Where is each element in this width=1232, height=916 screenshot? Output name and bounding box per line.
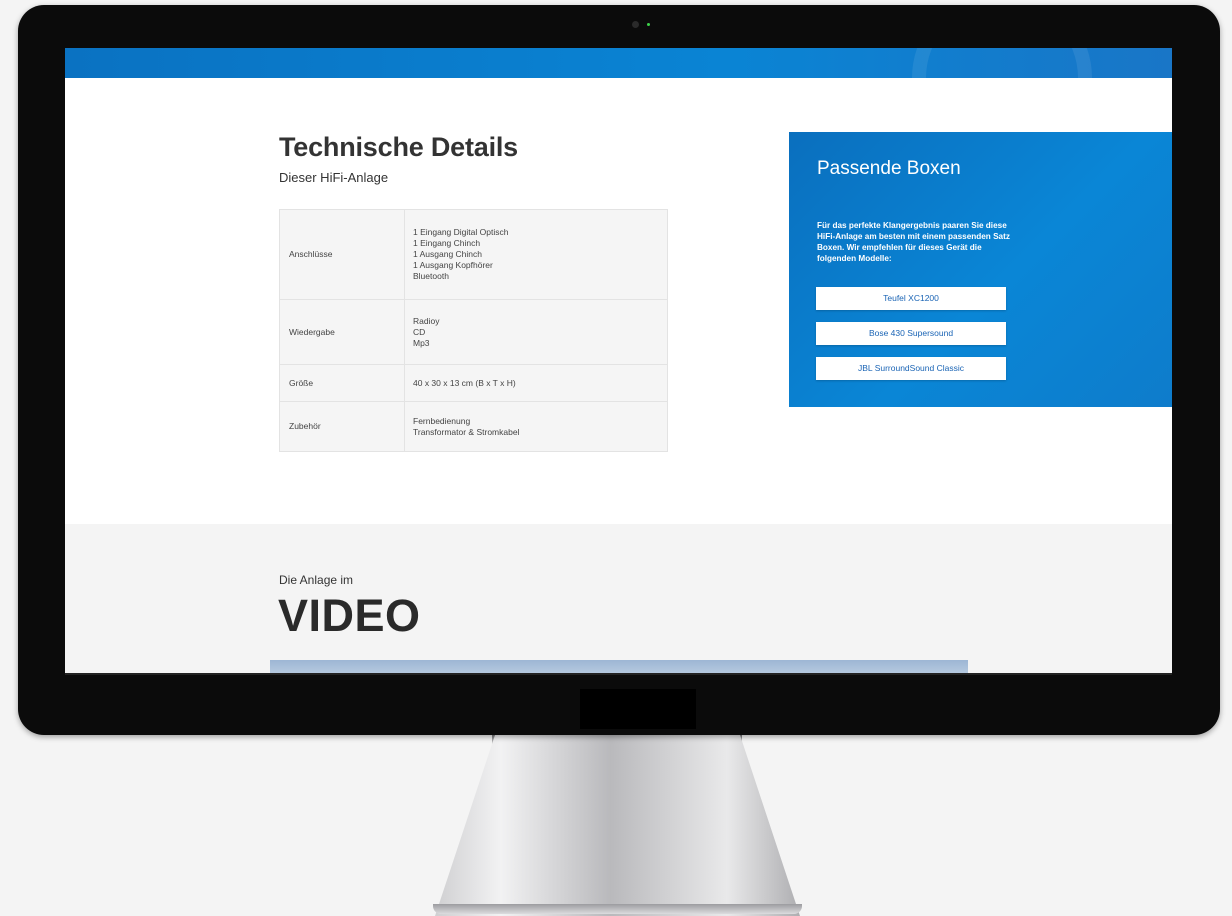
spec-value-line: Bluetooth [413,271,449,281]
camera-led-icon [647,23,650,26]
video-section: Die Anlage im VIDEO [65,524,1172,675]
jbl-button[interactable]: JBL SurroundSound Classic [816,357,1006,380]
bose-button[interactable]: Bose 430 Supersound [816,322,1006,345]
screen: Technische Details Dieser HiFi-Anlage An… [65,48,1172,675]
spec-value: 1 Eingang Digital Optisch 1 Eingang Chin… [404,209,668,300]
monitor-stand [435,735,800,916]
spec-value-line: 1 Ausgang Kopfhörer [413,260,493,270]
spec-value-line: 1 Eingang Digital Optisch [413,227,509,237]
teufel-button[interactable]: Teufel XC1200 [816,287,1006,310]
spec-value-line: 1 Eingang Chinch [413,238,481,248]
scene: Technische Details Dieser HiFi-Anlage An… [0,0,1232,916]
monitor-stand-base [433,904,802,914]
table-row: Zubehör Fernbedienung Transformator & St… [279,401,668,452]
spec-value-line: Mp3 [413,337,430,348]
table-row: Anschlüsse 1 Eingang Digital Optisch 1 E… [279,209,668,300]
spec-label: Anschlüsse [279,209,405,300]
spec-value-line: Radioy [413,315,440,326]
page-title: Technische Details [279,132,518,162]
spec-value-line: Fernbedienung [413,415,471,426]
spec-label: Zubehör [279,401,405,452]
spec-value-line: 1 Ausgang Chinch [413,249,482,259]
spec-value-line: Transformator & Stromkabel [413,426,520,437]
table-row: Wiedergabe Radioy CD Mp3 [279,299,668,365]
spec-value: 40 x 30 x 13 cm (B x T x H) [404,364,668,402]
spec-label: Wiedergabe [279,299,405,365]
video-title: VIDEO [278,590,421,641]
spec-value-line: 40 x 30 x 13 cm (B x T x H) [413,377,516,388]
table-row: Größe 40 x 30 x 13 cm (B x T x H) [279,364,668,402]
card-title: Passende Boxen [817,158,961,179]
speaker-recommendation-card: Passende Boxen Für das perfekte Klangerg… [789,132,1172,407]
monitor-chin-badge [580,689,696,729]
spec-value: Fernbedienung Transformator & Stromkabel [404,401,668,452]
top-banner [65,48,1172,168]
spec-label: Größe [279,364,405,402]
card-description: Für das perfekte Klangergebnis paaren Si… [817,221,1010,263]
camera-icon [632,21,639,28]
page-subtitle: Dieser HiFi-Anlage [279,170,389,185]
tech-details-section: Technische Details Dieser HiFi-Anlage An… [65,78,1172,524]
spec-value-line: CD [413,326,426,337]
spec-table: Anschlüsse 1 Eingang Digital Optisch 1 E… [279,209,668,452]
screen-bottom-edge [65,673,1172,675]
spec-value: Radioy CD Mp3 [404,299,668,365]
video-kicker: Die Anlage im [279,573,354,587]
